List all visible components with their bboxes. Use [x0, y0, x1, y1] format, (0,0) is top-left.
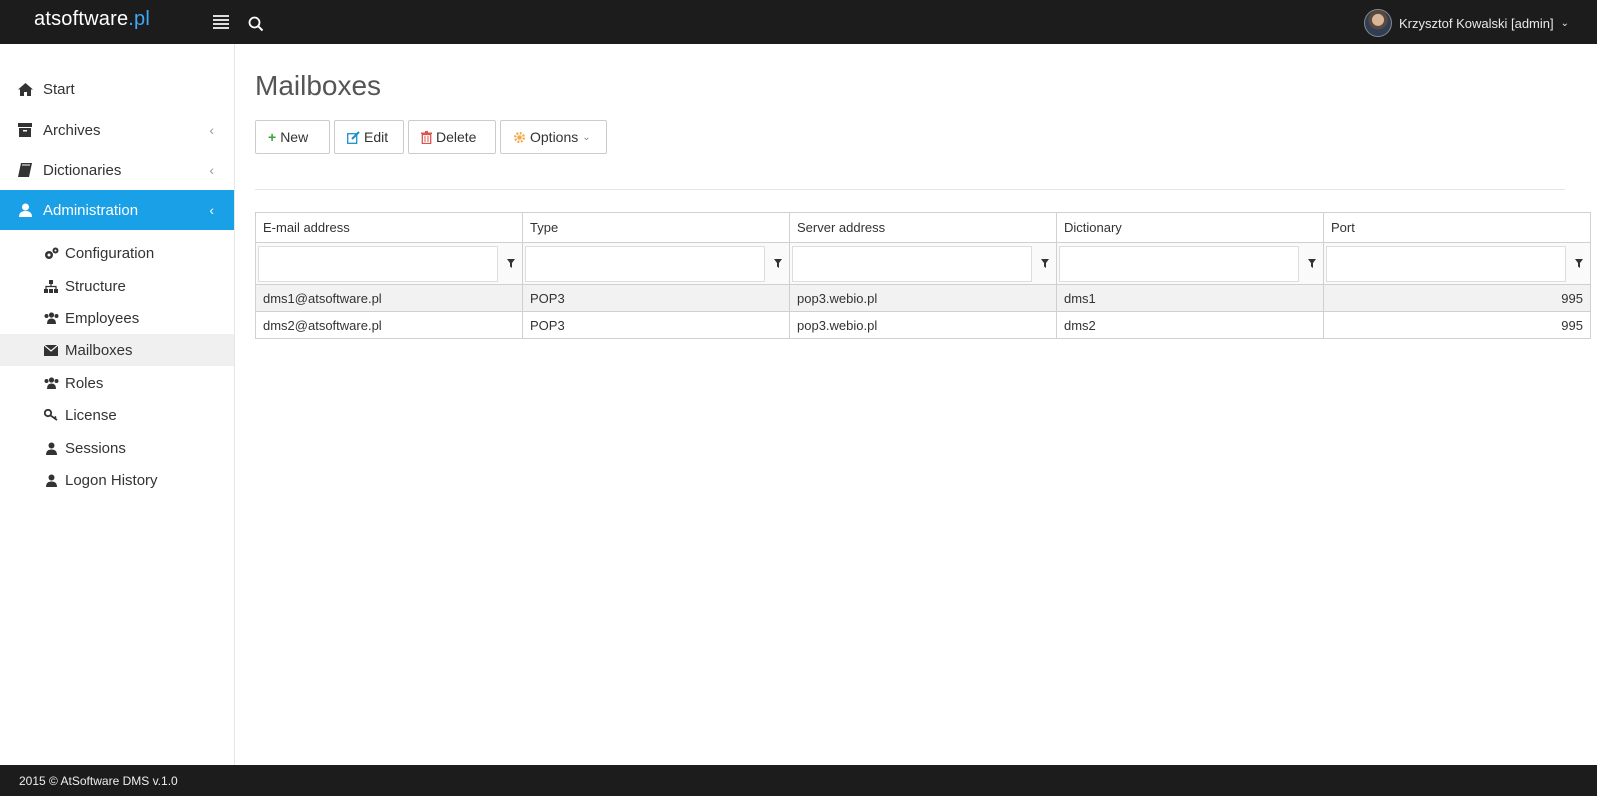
filter-icon[interactable]	[769, 259, 787, 268]
filter-icon[interactable]	[1303, 259, 1321, 268]
column-header-dictionary[interactable]: Dictionary	[1056, 212, 1324, 243]
filter-input-port[interactable]	[1326, 245, 1566, 282]
gears-icon	[43, 245, 59, 261]
cell-server: pop3.webio.pl	[789, 284, 1057, 312]
sidebar-item-license[interactable]: License	[0, 399, 234, 431]
sidebar-item-label: Administration	[43, 201, 139, 219]
cell-port: 995	[1323, 284, 1591, 312]
sidebar-sub-label: Employees	[65, 309, 140, 327]
sidebar-item-archives[interactable]: Archives ‹	[0, 110, 234, 150]
options-button[interactable]: Options ⌄	[500, 120, 607, 154]
sidebar-item-label: Dictionaries	[43, 161, 122, 179]
column-header-port[interactable]: Port	[1323, 212, 1591, 243]
filter-icon[interactable]	[502, 259, 520, 268]
edit-icon	[347, 130, 360, 144]
delete-button[interactable]: Delete	[408, 120, 496, 154]
table-row[interactable]: dms2@atsoftware.pl POP3 pop3.webio.pl dm…	[255, 311, 1591, 339]
cell-dictionary: dms2	[1056, 311, 1324, 339]
sidebar-item-structure[interactable]: Structure	[0, 270, 234, 302]
cell-type: POP3	[522, 284, 790, 312]
envelope-icon	[43, 342, 59, 358]
cell-port: 995	[1323, 311, 1591, 339]
sidebar-item-employees[interactable]: Employees	[0, 302, 234, 334]
sidebar-sub-label: License	[65, 406, 117, 424]
filter-icon[interactable]	[1570, 259, 1588, 268]
menu-toggle-icon[interactable]	[213, 15, 229, 29]
sidebar-item-roles[interactable]: Roles	[0, 367, 234, 399]
column-header-email[interactable]: E-mail address	[255, 212, 523, 243]
chevron-left-icon: ‹	[209, 202, 214, 218]
filter-icon[interactable]	[1036, 259, 1054, 268]
brand-name: atsoftware	[34, 8, 129, 30]
column-header-server[interactable]: Server address	[789, 212, 1057, 243]
archive-icon	[17, 122, 33, 138]
cell-email: dms2@atsoftware.pl	[255, 311, 523, 339]
user-menu[interactable]: Krzysztof Kowalski [admin] ⌄	[1364, 9, 1569, 37]
sidebar-sub-label: Sessions	[65, 439, 126, 457]
filter-input-type[interactable]	[525, 245, 765, 282]
avatar	[1364, 9, 1392, 37]
edit-button[interactable]: Edit	[334, 120, 404, 154]
search-icon[interactable]	[248, 16, 266, 34]
sidebar-item-sessions[interactable]: Sessions	[0, 432, 234, 464]
users-icon	[43, 310, 59, 326]
divider	[255, 189, 1565, 190]
brand-logo[interactable]: atsoftware.pl	[34, 8, 150, 31]
delete-button-label: Delete	[436, 129, 477, 145]
sidebar-item-configuration[interactable]: Configuration	[0, 237, 234, 269]
options-button-label: Options	[530, 129, 579, 145]
new-button-label: New	[280, 129, 309, 145]
user-icon	[43, 440, 59, 456]
sidebar-sub-label: Logon History	[65, 471, 158, 489]
cell-type: POP3	[522, 311, 790, 339]
chevron-left-icon: ‹	[209, 122, 214, 138]
filter-input-server[interactable]	[792, 245, 1032, 282]
filter-input-email[interactable]	[258, 245, 498, 282]
filter-row	[255, 242, 1591, 285]
chevron-down-icon: ⌄	[582, 131, 591, 143]
home-icon	[17, 81, 33, 97]
sidebar-sub-label: Configuration	[65, 244, 155, 262]
sidebar: Start Archives ‹ Dictionaries ‹ Administ…	[0, 44, 235, 765]
book-icon	[17, 162, 33, 178]
sidebar-item-label: Start	[43, 80, 75, 98]
user-name: Krzysztof Kowalski [admin]	[1399, 15, 1554, 31]
sidebar-item-administration[interactable]: Administration ‹	[0, 190, 234, 230]
top-bar: atsoftware.pl Krzysztof Kowalski [admin]…	[0, 0, 1597, 44]
users-icon	[43, 375, 59, 391]
sidebar-item-dictionaries[interactable]: Dictionaries ‹	[0, 150, 234, 190]
cell-server: pop3.webio.pl	[789, 311, 1057, 339]
gear-icon	[513, 131, 526, 144]
trash-icon	[421, 130, 432, 144]
column-header-type[interactable]: Type	[522, 212, 790, 243]
brand-tld: .pl	[128, 8, 150, 30]
sidebar-item-mailboxes[interactable]: Mailboxes	[0, 334, 234, 366]
cell-dictionary: dms1	[1056, 284, 1324, 312]
mailboxes-table: E-mail address Type Server address Dicti…	[255, 212, 1591, 339]
sidebar-sub-label: Roles	[65, 374, 104, 392]
sidebar-item-logon-history[interactable]: Logon History	[0, 464, 234, 496]
user-icon	[43, 472, 59, 488]
sidebar-item-label: Archives	[43, 121, 101, 139]
footer: 2015 © AtSoftware DMS v.1.0	[0, 765, 1597, 796]
page-title: Mailboxes	[255, 70, 382, 101]
footer-text: 2015 © AtSoftware DMS v.1.0	[19, 773, 178, 788]
edit-button-label: Edit	[364, 129, 389, 145]
cell-email: dms1@atsoftware.pl	[255, 284, 523, 312]
plus-icon: +	[268, 129, 277, 145]
chevron-left-icon: ‹	[209, 162, 214, 178]
sidebar-sub-label: Mailboxes	[65, 341, 133, 359]
sidebar-sub-label: Structure	[65, 277, 126, 295]
sidebar-item-start[interactable]: Start	[0, 69, 234, 109]
key-icon	[43, 407, 59, 423]
user-icon	[17, 202, 33, 218]
sitemap-icon	[43, 278, 59, 294]
new-button[interactable]: + New	[255, 120, 330, 154]
filter-input-dictionary[interactable]	[1059, 245, 1299, 282]
toolbar: + New Edit Delete Options ⌄	[255, 120, 607, 154]
table-row[interactable]: dms1@atsoftware.pl POP3 pop3.webio.pl dm…	[255, 284, 1591, 312]
chevron-down-icon: ⌄	[1560, 17, 1569, 29]
